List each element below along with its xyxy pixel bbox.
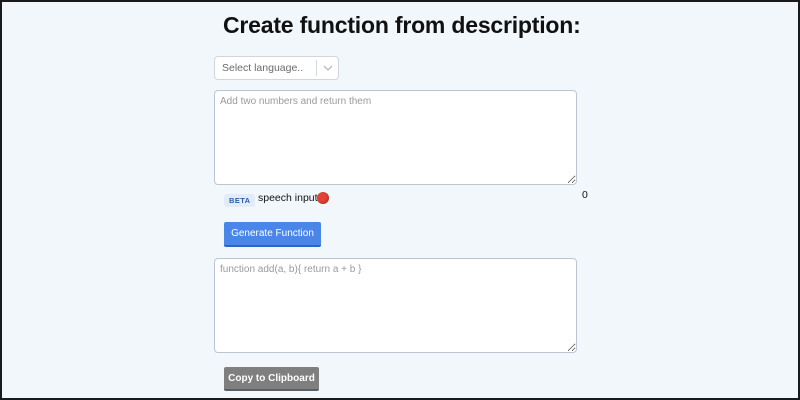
- page-title: Create function from description:: [223, 12, 581, 38]
- function-output[interactable]: [214, 258, 577, 353]
- chevron-down-icon[interactable]: [317, 57, 338, 79]
- beta-badge: BETA: [224, 194, 256, 207]
- description-input[interactable]: [214, 90, 577, 185]
- copy-to-clipboard-button[interactable]: Copy to Clipboard: [224, 367, 319, 391]
- record-dot-icon[interactable]: [317, 192, 329, 204]
- language-select-value: Select language..: [222, 62, 304, 74]
- generate-function-button[interactable]: Generate Function: [224, 222, 321, 247]
- app-frame: Create function from description: Select…: [0, 0, 800, 400]
- speech-input-label: speech input:: [258, 192, 321, 204]
- character-counter: 0: [582, 189, 588, 201]
- language-select[interactable]: Select language..: [214, 56, 339, 80]
